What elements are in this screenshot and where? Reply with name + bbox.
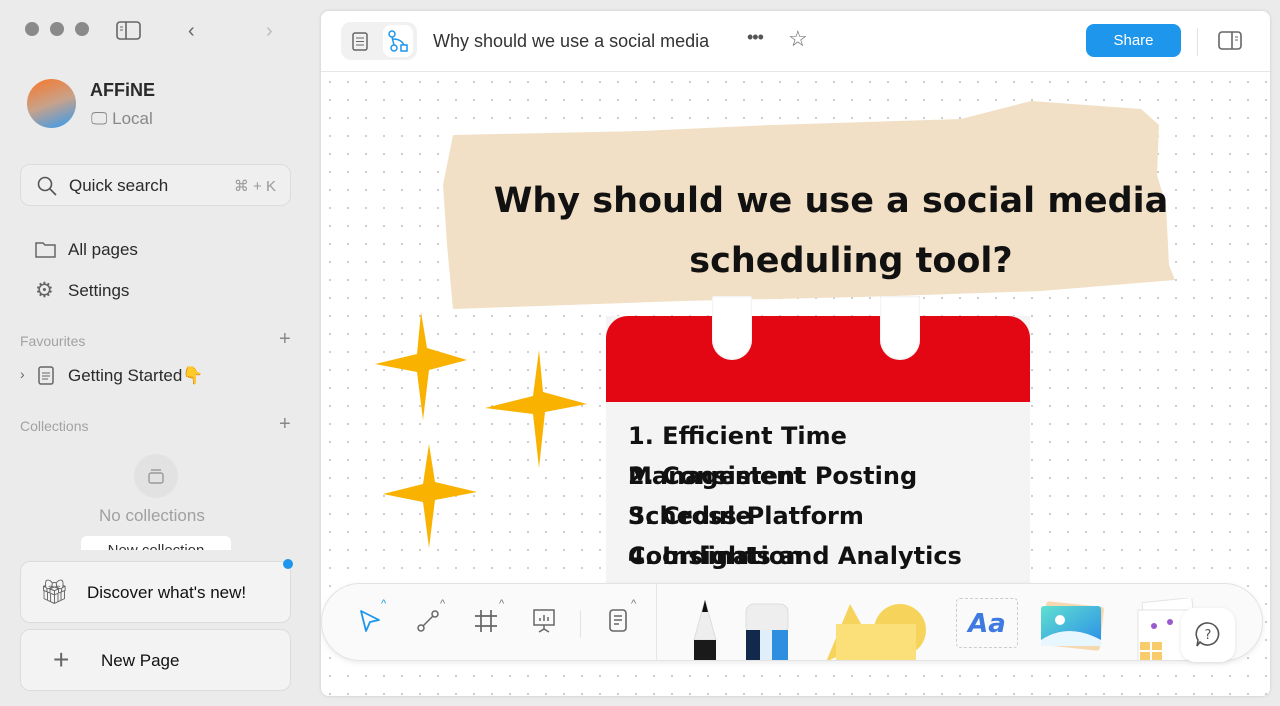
calendar-ring bbox=[712, 296, 752, 360]
favorite-star-icon[interactable]: ☆ bbox=[788, 26, 808, 52]
svg-text:?: ? bbox=[1205, 628, 1212, 643]
window-close-button[interactable] bbox=[25, 22, 39, 36]
favourite-item-getting-started[interactable]: › Getting Started👇 bbox=[20, 364, 290, 388]
collections-heading: Collections bbox=[20, 418, 89, 434]
share-button[interactable]: Share bbox=[1086, 24, 1181, 57]
add-favourite-button[interactable]: + bbox=[279, 328, 291, 351]
right-sidebar-toggle-icon[interactable] bbox=[1218, 31, 1242, 51]
sidebar-toggle-icon[interactable] bbox=[116, 21, 142, 41]
computer-icon: 🖵 bbox=[91, 109, 108, 128]
presentation-tool-icon[interactable] bbox=[532, 608, 556, 634]
sidebar-item-all-pages[interactable]: All pages bbox=[35, 238, 295, 262]
discover-whats-new-button[interactable]: 🎁︎ Discover what's new! bbox=[20, 561, 291, 623]
back-button[interactable]: ‹ bbox=[188, 20, 195, 43]
search-shortcut: ⌘ + K bbox=[233, 178, 276, 195]
calendar-card[interactable]: 1. Efficient Time Management 2. Consiste… bbox=[606, 296, 1030, 586]
page-mode-icon[interactable] bbox=[351, 32, 369, 51]
collection-empty-icon bbox=[134, 454, 178, 498]
gear-icon: ⚙ bbox=[35, 279, 54, 302]
banner-title-line2: scheduling tool? bbox=[689, 241, 1013, 281]
eraser-tool-icon[interactable] bbox=[744, 602, 790, 661]
edgeless-mode-button[interactable] bbox=[383, 25, 413, 57]
help-icon: ? bbox=[1195, 622, 1220, 647]
mode-switch[interactable] bbox=[341, 22, 417, 60]
list-item: 4. Insights and Analytics bbox=[628, 542, 962, 570]
sidebar-item-settings[interactable]: ⚙ Settings bbox=[35, 279, 295, 303]
text-tool-button[interactable]: Aa bbox=[956, 598, 1018, 648]
calendar-header bbox=[606, 316, 1030, 402]
new-collection-label: New collection bbox=[81, 536, 231, 550]
search-icon bbox=[37, 176, 57, 196]
select-tool-icon[interactable] bbox=[358, 608, 382, 634]
shape-tool-icon[interactable] bbox=[822, 600, 932, 661]
divider bbox=[580, 610, 581, 638]
discover-label: Discover what's new! bbox=[87, 583, 247, 602]
notification-dot bbox=[283, 559, 293, 569]
sparkles-decoration[interactable] bbox=[371, 308, 591, 553]
window-minimize-button[interactable] bbox=[50, 22, 64, 36]
calendar-ring bbox=[880, 296, 920, 360]
edgeless-toolbar: ^ ^ ^ ^ Aa bbox=[321, 583, 1263, 661]
forward-button[interactable]: › bbox=[266, 20, 273, 43]
chevron-right-icon[interactable]: › bbox=[20, 366, 25, 382]
workspace-avatar[interactable] bbox=[27, 79, 76, 128]
list-item: 2. Consistent Posting Schedule bbox=[628, 462, 918, 530]
new-collection-button[interactable]: New collection bbox=[81, 536, 231, 550]
gift-icon: 🎁︎ bbox=[39, 579, 70, 606]
sparkle-icon bbox=[383, 444, 477, 548]
quick-search-label: Quick search bbox=[69, 176, 169, 195]
favourite-item-label: Getting Started👇 bbox=[68, 366, 204, 385]
image-tool-icon[interactable] bbox=[1038, 600, 1108, 656]
sidebar-item-label: Settings bbox=[68, 281, 130, 300]
window-maximize-button[interactable] bbox=[75, 22, 89, 36]
frame-tool-icon[interactable] bbox=[474, 608, 498, 634]
plus-icon: + bbox=[53, 644, 70, 675]
page-icon bbox=[38, 366, 54, 385]
editor-panel: Why should we use a social media ••• ☆ S… bbox=[321, 11, 1270, 696]
divider bbox=[1197, 28, 1198, 56]
note-tool-icon[interactable] bbox=[607, 608, 629, 634]
edgeless-mode-icon bbox=[388, 30, 408, 52]
sparkle-icon bbox=[375, 312, 467, 420]
favourites-heading: Favourites bbox=[20, 333, 86, 349]
banner-title-line1: Why should we use a social media bbox=[493, 181, 1169, 221]
connector-tool-icon[interactable] bbox=[416, 608, 440, 634]
workspace-name[interactable]: AFFiNE bbox=[90, 80, 155, 101]
help-button[interactable]: ? bbox=[1181, 608, 1235, 662]
top-bar: Why should we use a social media ••• ☆ S… bbox=[321, 11, 1270, 72]
sidebar-item-label: All pages bbox=[68, 240, 138, 259]
doc-title[interactable]: Why should we use a social media bbox=[433, 31, 709, 52]
pencil-tool-icon[interactable] bbox=[690, 600, 720, 661]
no-collections-text: No collections bbox=[99, 506, 205, 525]
sparkle-icon bbox=[485, 350, 587, 468]
new-page-label: New Page bbox=[101, 651, 180, 670]
new-page-button[interactable]: + New Page bbox=[20, 629, 291, 691]
workspace-type: 🖵 Local bbox=[91, 109, 153, 129]
add-collection-button[interactable]: + bbox=[279, 413, 291, 436]
list-item: 3. Cross-Platform Coordination bbox=[628, 502, 864, 570]
workspace-type-label: Local bbox=[112, 109, 153, 128]
divider bbox=[656, 584, 657, 660]
folder-icon bbox=[35, 242, 56, 258]
quick-search-input[interactable]: Quick search ⌘ + K bbox=[20, 164, 291, 206]
more-options-icon[interactable]: ••• bbox=[747, 27, 764, 48]
list-item: 1. Efficient Time Management bbox=[628, 422, 847, 490]
